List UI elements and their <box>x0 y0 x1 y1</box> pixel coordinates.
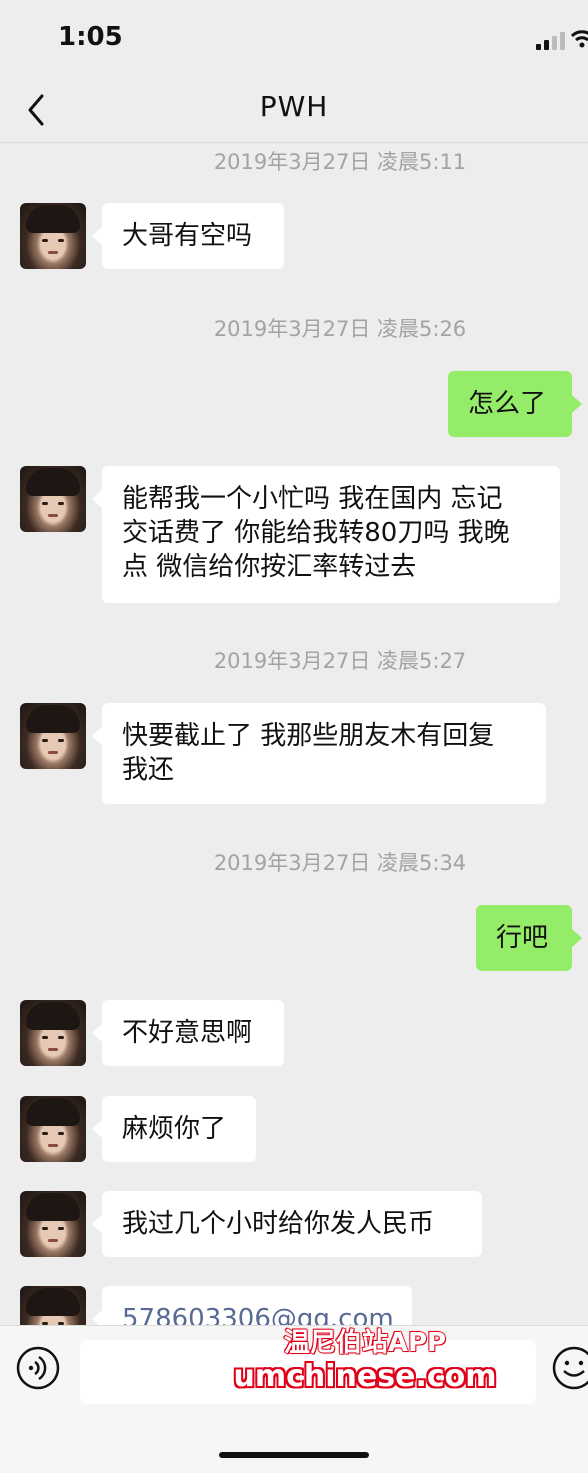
emoji-icon[interactable] <box>552 1346 588 1390</box>
avatar[interactable] <box>20 1000 86 1066</box>
email-link[interactable]: 578603306@qq.com <box>122 1304 394 1325</box>
message-list[interactable]: 2019年3月27日 凌晨5:11 大哥有空吗 2019年3月27日 凌晨5:2… <box>0 143 588 1325</box>
message-text-line: 快要截止了 我那些朋友木有回复 <box>122 721 495 751</box>
message-bubble-sent[interactable]: 行吧 <box>476 905 582 971</box>
message-text-line: 能帮我一个小忙吗 我在国内 忘记 <box>122 484 503 514</box>
message-text: 行吧 <box>496 923 549 953</box>
timestamp: 2019年3月27日 凌晨5:27 <box>213 649 467 673</box>
wifi-icon <box>570 30 588 48</box>
message-text: 不好意思啊 <box>122 1018 253 1048</box>
timestamp: 2019年3月27日 凌晨5:11 <box>213 150 467 174</box>
message-text-line: 交话费了 你能给我转80刀吗 我晚 <box>122 518 510 548</box>
input-bar: 温尼伯站APP umchinese.com <box>0 1325 588 1473</box>
message-bubble-received[interactable]: 麻烦你了 <box>92 1096 256 1162</box>
status-time: 1:05 <box>58 22 123 52</box>
message-bubble-received[interactable]: 不好意思啊 <box>92 1000 284 1066</box>
avatar[interactable] <box>20 1286 86 1325</box>
message-bubble-received[interactable]: 578603306@qq.com <box>92 1286 412 1325</box>
home-indicator <box>219 1452 369 1458</box>
message-text-line: 我还 <box>122 755 175 785</box>
avatar[interactable] <box>20 703 86 769</box>
avatar[interactable] <box>20 466 86 532</box>
chat-header: PWH <box>0 80 588 143</box>
timestamp: 2019年3月27日 凌晨5:34 <box>213 851 467 875</box>
avatar[interactable] <box>20 1191 86 1257</box>
signal-icon <box>536 30 566 50</box>
message-text: 我过几个小时给你发人民币 <box>122 1209 435 1239</box>
timestamp: 2019年3月27日 凌晨5:26 <box>213 317 467 341</box>
message-text-line: 点 微信给你按汇率转过去 <box>122 552 417 582</box>
status-bar: 1:05 <box>0 0 588 80</box>
chat-title: PWH <box>259 90 329 123</box>
avatar[interactable] <box>20 203 86 269</box>
watermark-title: 温尼伯站APP <box>283 1327 447 1359</box>
message-text: 怎么了 <box>468 389 547 419</box>
watermark-url: umchinese.com <box>233 1359 497 1394</box>
message-bubble-sent[interactable]: 怎么了 <box>448 371 582 437</box>
message-bubble-received[interactable]: 快要截止了 我那些朋友木有回复 我还 <box>92 703 546 804</box>
message-bubble-received[interactable]: 我过几个小时给你发人民币 <box>92 1191 482 1257</box>
watermark: 温尼伯站APP umchinese.com <box>230 1326 500 1394</box>
voice-icon[interactable] <box>16 1346 60 1390</box>
message-text: 大哥有空吗 <box>122 221 253 251</box>
message-bubble-received[interactable]: 能帮我一个小忙吗 我在国内 忘记 交话费了 你能给我转80刀吗 我晚 点 微信给… <box>92 466 560 603</box>
message-bubble-received[interactable]: 大哥有空吗 <box>92 203 284 269</box>
avatar[interactable] <box>20 1096 86 1162</box>
message-text: 麻烦你了 <box>122 1114 227 1144</box>
